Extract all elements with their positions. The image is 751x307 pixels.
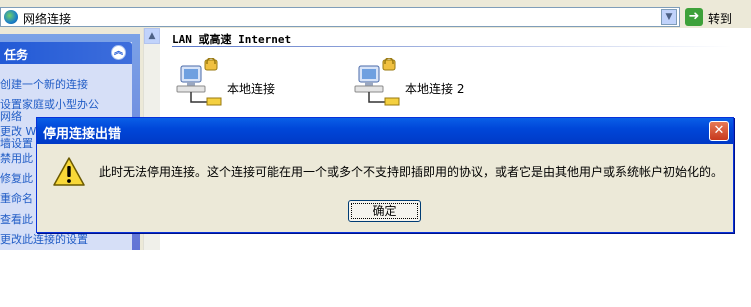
ok-button[interactable]: 确定 [348, 200, 421, 222]
connection-label: 本地连接 [227, 82, 276, 96]
task-view-status[interactable]: 查看此 [0, 211, 33, 227]
dialog-title: 停用连接出错 [43, 127, 122, 142]
chevron-down-icon[interactable]: ▼ [661, 9, 677, 25]
task-panel-header[interactable]: 任务 ︽ [0, 42, 132, 64]
lan-connection-icon [354, 58, 400, 106]
go-button[interactable]: ➜ 转到 [685, 7, 751, 27]
dialog-titlebar[interactable]: 停用连接出错 ✕ [37, 118, 733, 144]
warning-icon [53, 157, 85, 186]
address-input[interactable]: 网络连接 ▼ [0, 7, 680, 27]
task-repair-connection[interactable]: 修复此 [0, 170, 33, 186]
close-icon[interactable]: ✕ [709, 121, 729, 141]
group-header: LAN 或高速 Internet [172, 33, 292, 46]
task-disable-device[interactable]: 禁用此 [0, 150, 33, 166]
go-arrow-icon: ➜ [685, 8, 703, 26]
scroll-up-icon[interactable]: ▲ [144, 28, 160, 44]
task-setup-home-network-cont[interactable]: 网络 [0, 108, 22, 124]
collapse-chevron-icon[interactable]: ︽ [111, 45, 126, 60]
task-create-connection[interactable]: 创建一个新的连接 [0, 76, 88, 92]
address-value: 网络连接 [23, 12, 72, 26]
task-change-firewall-cont[interactable]: 墙设置 [0, 135, 33, 151]
dialog-message: 此时无法停用连接。这个连接可能在用一个或多个不支持即插即用的协议，或者它是由其他… [99, 165, 724, 179]
task-panel-title: 任务 [4, 48, 29, 62]
task-rename-connection[interactable]: 重命名 [0, 190, 33, 206]
error-dialog: 停用连接出错 ✕ 此时无法停用连接。这个连接可能在用一个或多个不支持即插即用的协… [36, 117, 734, 233]
group-divider [172, 46, 732, 47]
lan-connection-icon [176, 58, 222, 106]
connection-label: 本地连接 2 [405, 82, 465, 96]
ok-button-label: 确定 [351, 203, 418, 219]
task-change-settings[interactable]: 更改此连接的设置 [0, 231, 88, 247]
network-globe-icon [4, 10, 18, 24]
go-label: 转到 [708, 12, 733, 26]
